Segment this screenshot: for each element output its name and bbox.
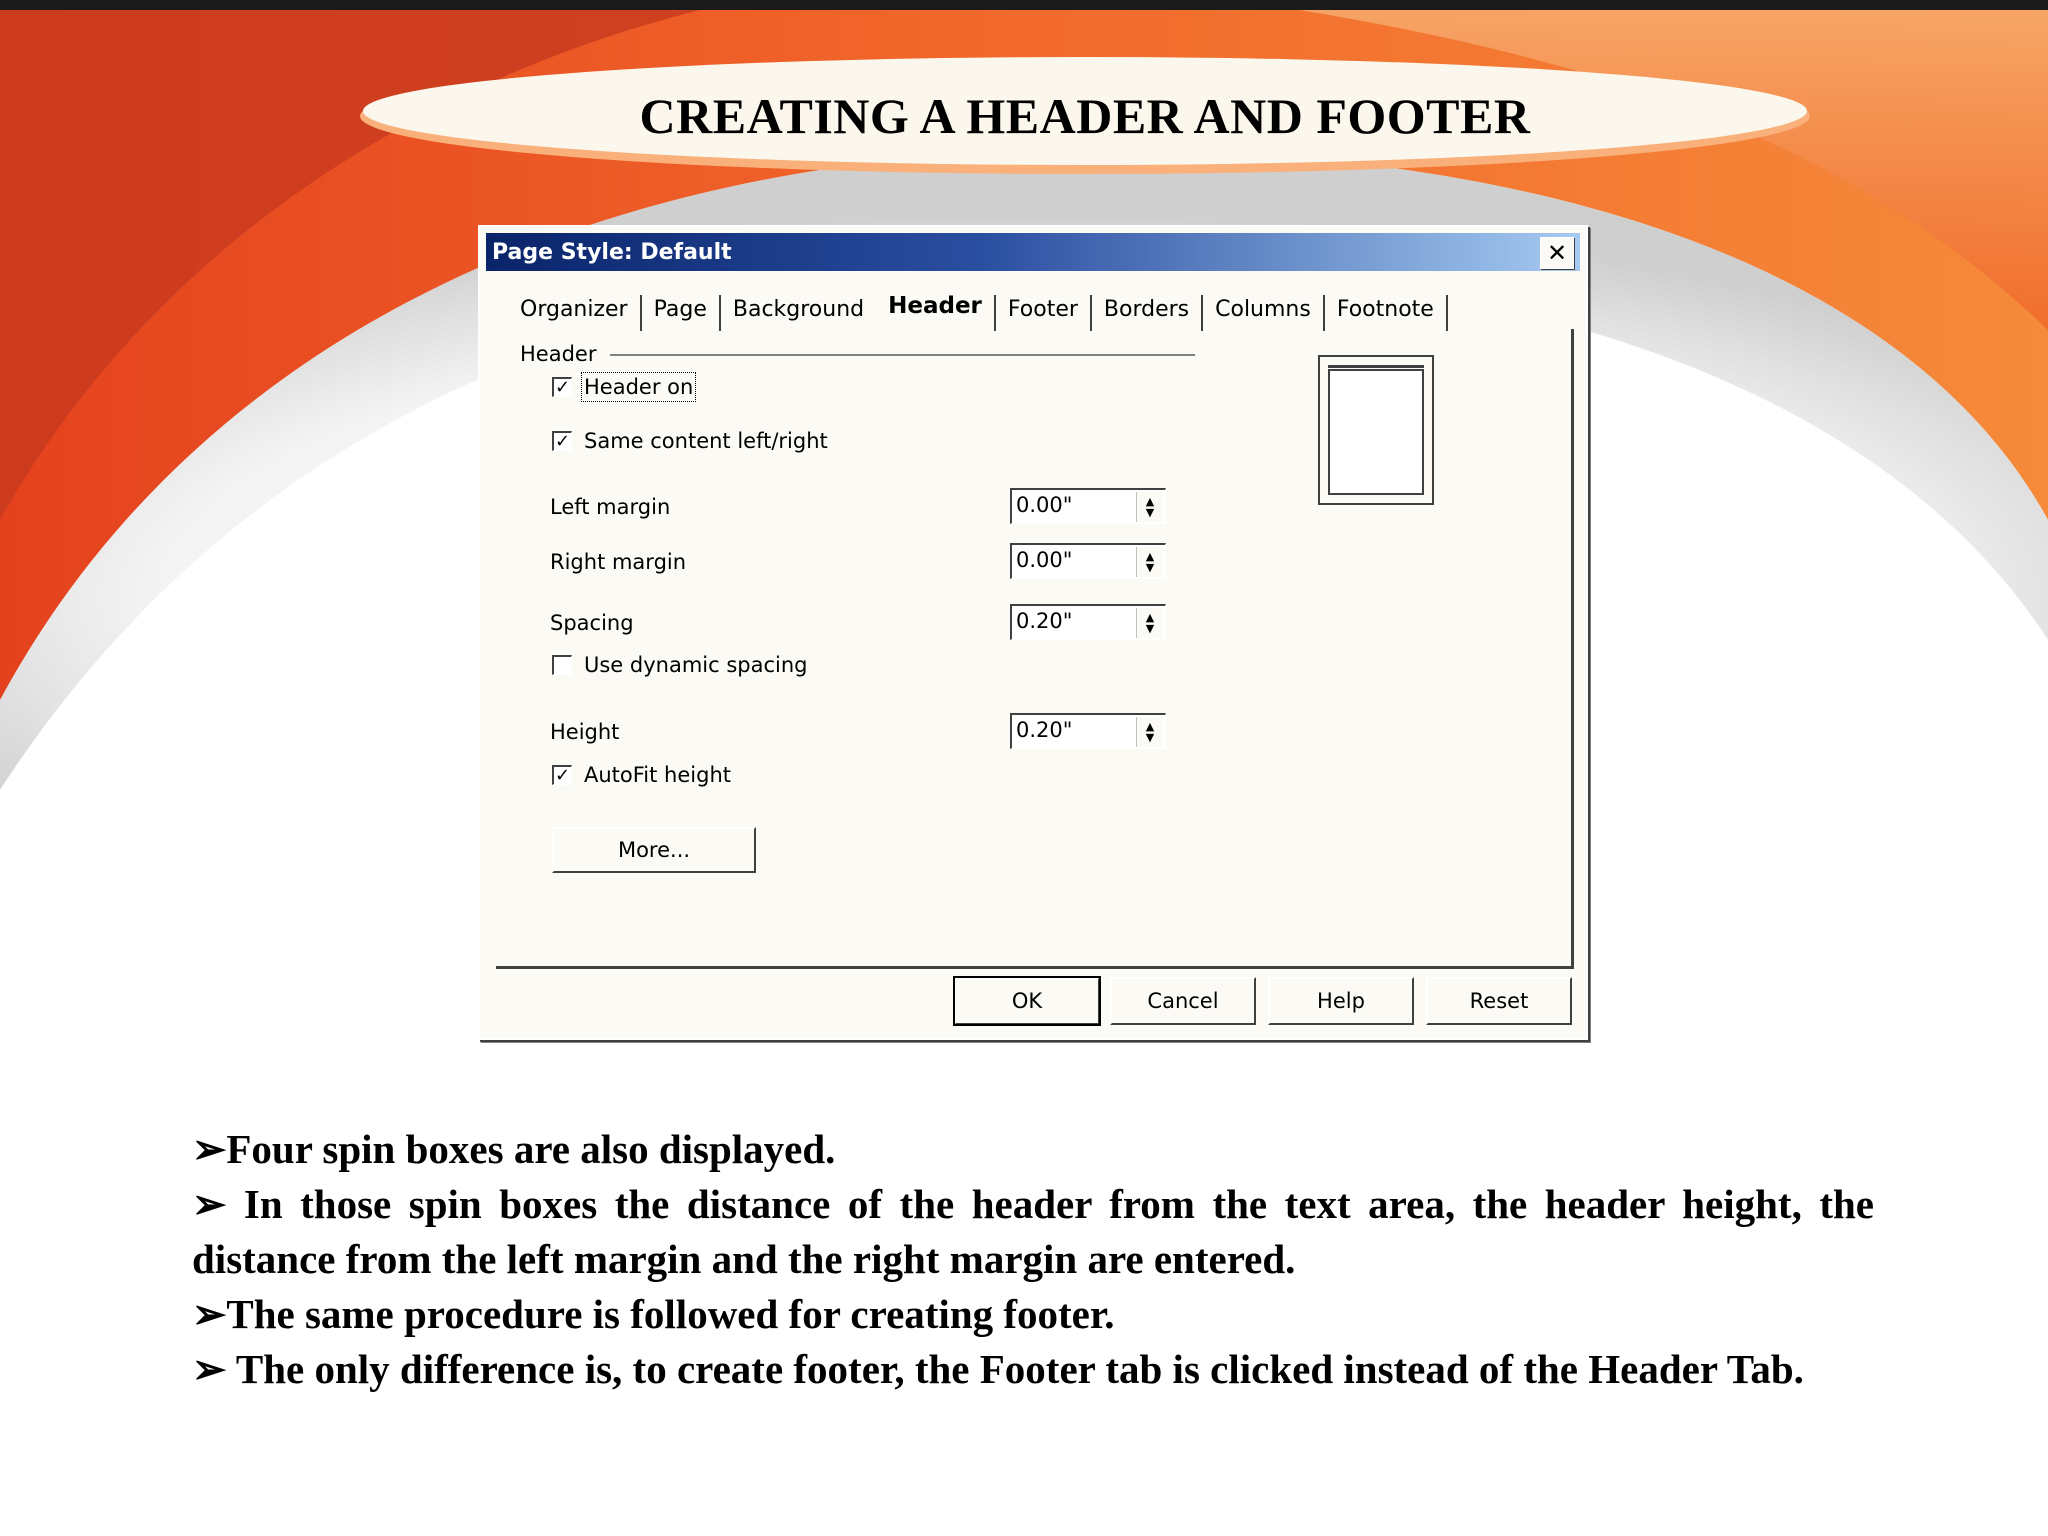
same-content-checkbox[interactable]: ✓ Same content left/right <box>552 429 828 453</box>
tab-footnote[interactable]: Footnote <box>1325 295 1448 331</box>
dialog-title: Page Style: Default <box>492 239 732 265</box>
tab-header[interactable]: Header <box>876 291 994 331</box>
dialog-titlebar[interactable]: Page Style: Default ✕ <box>486 233 1580 271</box>
bullet-item: ➢Four spin boxes are also displayed. <box>192 1126 836 1172</box>
group-divider <box>610 354 1195 356</box>
same-content-label: Same content left/right <box>584 429 828 453</box>
header-group-label: Header <box>520 342 605 366</box>
tab-bar: Organizer Page Background Header Footer … <box>508 287 1448 331</box>
height-spinbox[interactable]: 0.20" ▲ ▼ <box>1010 713 1166 749</box>
checkbox-unchecked-icon[interactable] <box>552 655 572 675</box>
bullet-item: ➢ In those spin boxes the distance of th… <box>192 1181 1874 1282</box>
cancel-button[interactable]: Cancel <box>1110 977 1256 1025</box>
tab-page[interactable]: Page <box>642 295 721 331</box>
header-on-checkbox[interactable]: ✓ Header on <box>552 372 697 402</box>
preview-header-line <box>1328 365 1424 368</box>
reset-button[interactable]: Reset <box>1426 977 1572 1025</box>
right-margin-spinbox[interactable]: 0.00" ▲ ▼ <box>1010 543 1166 579</box>
tab-background[interactable]: Background <box>721 295 876 331</box>
spin-arrows-icon[interactable]: ▲ ▼ <box>1136 492 1163 522</box>
checkbox-checked-icon[interactable]: ✓ <box>552 377 572 397</box>
left-margin-label: Left margin <box>550 495 671 519</box>
spin-arrows-icon[interactable]: ▲ ▼ <box>1136 547 1163 577</box>
bullet-item: ➢The same procedure is followed for crea… <box>192 1291 1115 1337</box>
close-icon[interactable]: ✕ <box>1540 237 1574 269</box>
ok-button[interactable]: OK <box>953 976 1101 1026</box>
bullet-list: ➢Four spin boxes are also displayed. ➢ I… <box>192 1122 1874 1397</box>
height-value[interactable]: 0.20" <box>1016 718 1072 742</box>
header-on-label: Header on <box>580 372 697 402</box>
autofit-checkbox[interactable]: ✓ AutoFit height <box>552 763 731 787</box>
dynamic-spacing-checkbox[interactable]: Use dynamic spacing <box>552 653 808 677</box>
tab-footer[interactable]: Footer <box>993 295 1092 331</box>
tab-borders[interactable]: Borders <box>1092 295 1204 331</box>
spin-arrows-icon[interactable]: ▲ ▼ <box>1136 717 1163 747</box>
spin-arrows-icon[interactable]: ▲ ▼ <box>1136 608 1163 638</box>
slide-title-banner: CREATING A HEADER AND FOOTER <box>360 60 1810 172</box>
checkbox-checked-icon[interactable]: ✓ <box>552 431 572 451</box>
left-margin-spinbox[interactable]: 0.00" ▲ ▼ <box>1010 488 1166 524</box>
left-margin-value[interactable]: 0.00" <box>1016 493 1072 517</box>
spacing-value[interactable]: 0.20" <box>1016 609 1072 633</box>
tab-organizer[interactable]: Organizer <box>508 295 642 331</box>
right-margin-value[interactable]: 0.00" <box>1016 548 1072 572</box>
help-button[interactable]: Help <box>1268 977 1414 1025</box>
height-label: Height <box>550 720 620 744</box>
dynamic-spacing-label: Use dynamic spacing <box>584 653 808 677</box>
tab-columns[interactable]: Columns <box>1203 295 1325 331</box>
slide-title: CREATING A HEADER AND FOOTER <box>639 88 1531 144</box>
checkbox-checked-icon[interactable]: ✓ <box>552 765 572 785</box>
more-button[interactable]: More... <box>552 827 756 873</box>
right-margin-label: Right margin <box>550 550 687 574</box>
bullet-item: ➢ The only difference is, to create foot… <box>192 1346 1804 1392</box>
autofit-label: AutoFit height <box>584 763 731 787</box>
preview-page-icon <box>1328 369 1424 495</box>
page-preview <box>1318 355 1434 505</box>
spacing-label: Spacing <box>550 611 634 635</box>
spacing-spinbox[interactable]: 0.20" ▲ ▼ <box>1010 604 1166 640</box>
page-style-dialog: Page Style: Default ✕ Organizer Page Bac… <box>478 225 1588 1040</box>
